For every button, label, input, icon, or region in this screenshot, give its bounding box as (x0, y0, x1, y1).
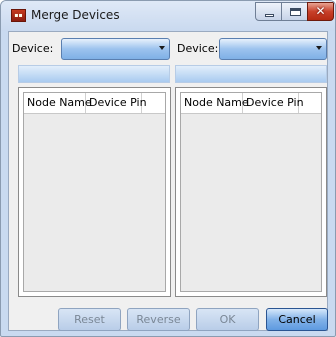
right-device-combobox[interactable] (219, 38, 327, 60)
left-device-combobox[interactable] (61, 38, 170, 60)
right-col-device-pin[interactable]: Device Pin (243, 93, 304, 113)
chevron-down-icon (316, 46, 322, 50)
left-table-header: Node Name Device Pin (24, 93, 165, 114)
left-pin-panel: Node Name Device Pin (18, 87, 171, 297)
minimize-icon (256, 3, 281, 20)
maximize-icon (282, 3, 307, 20)
dialog-client-area: Device: Device: Node Name Device Pin Nod… (8, 31, 328, 331)
reverse-button[interactable]: Reverse (127, 308, 190, 331)
left-device-header-bar (18, 65, 170, 83)
right-device-label: Device: (177, 42, 219, 55)
reset-button[interactable]: Reset (58, 308, 121, 331)
left-device-label: Device: (12, 42, 54, 55)
window-title: Merge Devices (31, 8, 120, 22)
left-col-node-name[interactable]: Node Name (24, 93, 92, 113)
right-device-header-bar (175, 65, 327, 83)
close-button[interactable]: ✕ (307, 2, 334, 21)
cancel-button[interactable]: Cancel (266, 308, 328, 331)
app-device-icon: ▪▪ (11, 9, 26, 22)
chevron-down-icon (159, 46, 165, 50)
close-icon: ✕ (315, 4, 326, 18)
right-col-node-name[interactable]: Node Name (181, 93, 249, 113)
right-pin-table[interactable]: Node Name Device Pin (180, 92, 322, 292)
left-col-device-pin[interactable]: Device Pin (86, 93, 147, 113)
maximize-button[interactable] (281, 2, 308, 21)
minimize-button[interactable] (255, 2, 282, 21)
merge-devices-window: ▪▪ Merge Devices ✕ Device: Device: Node … (0, 0, 336, 337)
right-pin-panel: Node Name Device Pin (175, 87, 327, 297)
title-bar[interactable]: ▪▪ Merge Devices ✕ (1, 1, 335, 31)
ok-button[interactable]: OK (196, 308, 259, 331)
left-pin-table[interactable]: Node Name Device Pin (23, 92, 166, 292)
right-table-header: Node Name Device Pin (181, 93, 321, 114)
